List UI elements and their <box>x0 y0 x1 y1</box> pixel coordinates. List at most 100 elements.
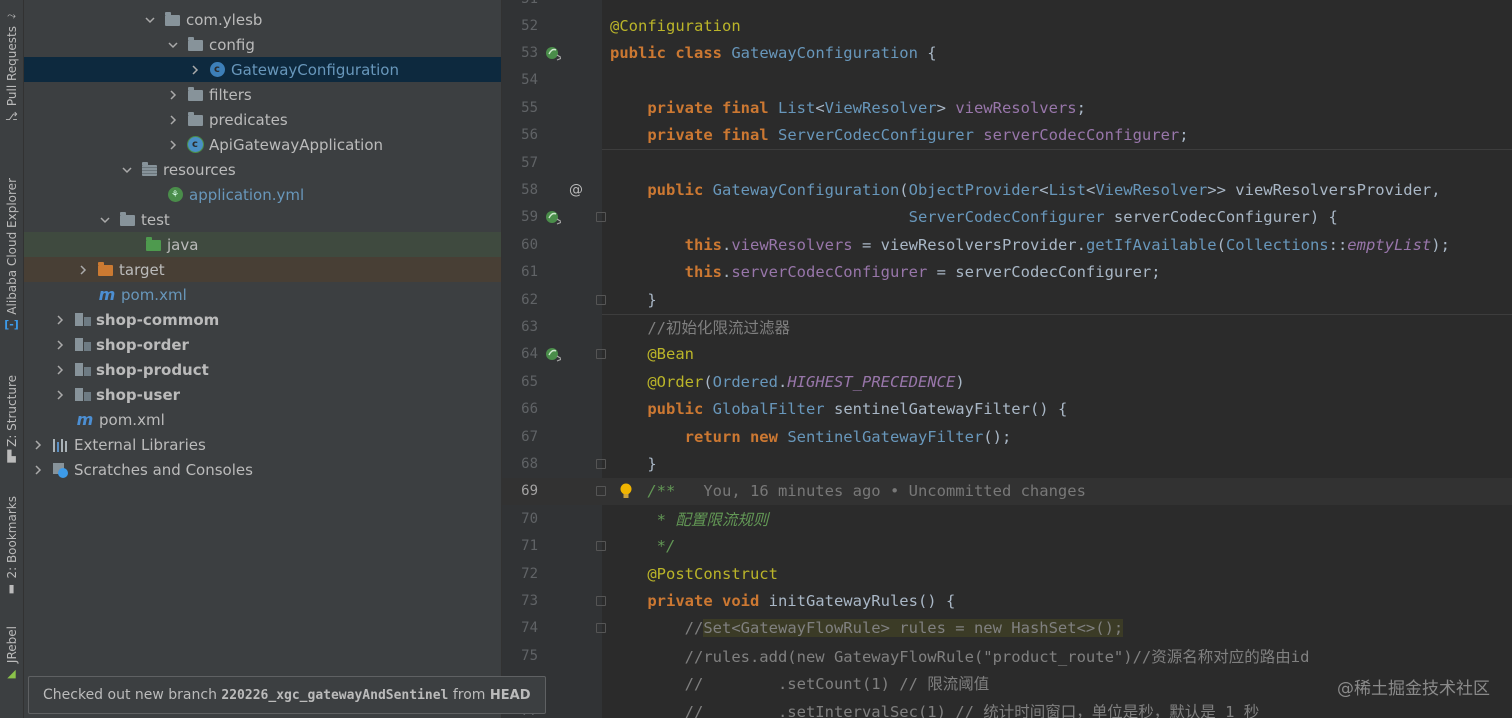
alibaba-cloud-icon: [-] <box>4 318 19 332</box>
tree-item-filters[interactable]: filters <box>24 82 501 107</box>
code-line[interactable]: 52 @Configuration <box>502 12 1512 39</box>
code-line[interactable]: 73 private void initGatewayRules() { <box>502 587 1512 614</box>
code-line[interactable]: 74 //Set<GatewayFlowRule> rules = new Ha… <box>502 615 1512 642</box>
chevron-down-icon[interactable] <box>167 0 181 1</box>
code-line[interactable]: 53 public class GatewayConfiguration { <box>502 39 1512 66</box>
fold-marker-icon[interactable] <box>596 294 606 305</box>
code-line[interactable]: 61 this.serverCodecConfigurer = serverCo… <box>502 259 1512 286</box>
tree-item-label: shop-order <box>96 335 189 354</box>
chevron-down-icon[interactable] <box>166 38 180 52</box>
code-line[interactable]: 60 this.viewResolvers = viewResolversPro… <box>502 231 1512 258</box>
chevron-right-icon[interactable] <box>53 388 67 402</box>
bookmarks-tab[interactable]: 2: Bookmarks ▮ <box>0 496 23 595</box>
code-line[interactable]: 65 @Order(Ordered.HIGHEST_PRECEDENCE) <box>502 368 1512 395</box>
fold-marker-icon[interactable] <box>596 541 606 552</box>
code-editor[interactable]: 51 52 @Configuration 53 public class Gatewa… <box>502 0 1512 718</box>
code-line[interactable]: 66 public GlobalFilter sentinelGatewayFi… <box>502 396 1512 423</box>
code-line[interactable]: 64 @Bean <box>502 341 1512 368</box>
tree-item-pom-xml[interactable]: m pom.xml <box>24 282 501 307</box>
fold-marker-icon[interactable] <box>596 596 606 607</box>
code-line[interactable]: 68 } <box>502 450 1512 477</box>
chevron-right-icon[interactable] <box>76 263 90 277</box>
tree-item-target[interactable]: target <box>24 257 501 282</box>
tree-item-com-ylesb[interactable]: com.ylesb <box>24 7 501 32</box>
tree-item-scratches-and-consoles[interactable]: Scratches and Consoles <box>24 457 501 482</box>
tree-item-java-test[interactable]: java <box>24 232 501 257</box>
code-text: return new SentinelGatewayFilter(); <box>610 427 1012 446</box>
code-line[interactable]: 54 <box>502 67 1512 94</box>
tree-item-gateway-configuration[interactable]: c GatewayConfiguration <box>24 57 501 82</box>
line-number: 52 <box>521 17 538 34</box>
alibaba-cloud-explorer-tab[interactable]: Alibaba Cloud Explorer [-] <box>0 178 23 331</box>
tree-item-label: shop-commom <box>96 310 220 329</box>
chevron-right-icon[interactable] <box>166 138 180 152</box>
code-line[interactable]: 56 private final ServerCodecConfigurer s… <box>502 122 1512 149</box>
structure-tab[interactable]: Z: Structure ▙ <box>0 375 23 463</box>
libraries-icon <box>51 437 69 453</box>
tree-item-external-libraries[interactable]: External Libraries <box>24 432 501 457</box>
code-line[interactable]: 57 <box>502 149 1512 176</box>
line-number: 66 <box>521 401 538 418</box>
package-icon <box>163 12 181 28</box>
code-line[interactable]: 75 //rules.add(new GatewayFlowRule("prod… <box>502 642 1512 669</box>
code-text: @Order(Ordered.HIGHEST_PRECEDENCE) <box>610 372 965 391</box>
tree-item-shop-product[interactable]: shop-product <box>24 357 501 382</box>
jrebel-tab[interactable]: JRebel ◢ <box>0 626 23 680</box>
chevron-right-icon[interactable] <box>166 88 180 102</box>
notification-text: Checked out new branch <box>43 687 222 703</box>
chevron-down-icon[interactable] <box>98 213 112 227</box>
chevron-right-icon[interactable] <box>188 63 202 77</box>
code-line[interactable]: 63 //初始化限流过滤器 <box>502 313 1512 340</box>
tree-item-shop-order[interactable]: shop-order <box>24 332 501 357</box>
chevron-right-icon[interactable] <box>166 113 180 127</box>
fold-marker-icon[interactable] <box>596 459 606 470</box>
chevron-down-icon[interactable] <box>120 163 134 177</box>
chevron-right-icon[interactable] <box>53 313 67 327</box>
code-line[interactable]: 67 return new SentinelGatewayFilter(); <box>502 423 1512 450</box>
spring-boot-class-icon: c <box>186 136 204 153</box>
fold-marker-icon[interactable] <box>596 623 606 634</box>
code-text: public GlobalFilter sentinelGatewayFilte… <box>610 400 1068 419</box>
chevron-right-icon[interactable] <box>31 463 45 477</box>
code-line[interactable]: 70 * 配置限流规则 <box>502 505 1512 532</box>
code-line[interactable]: 62 } <box>502 286 1512 313</box>
tree-item-config[interactable]: config <box>24 32 501 57</box>
jrebel-label: JRebel <box>4 626 19 664</box>
spring-bean-icon[interactable] <box>545 45 561 61</box>
tree-item-test[interactable]: test <box>24 207 501 232</box>
structure-icon: ▙ <box>7 450 16 464</box>
pull-requests-tab[interactable]: ⤳ Pull Requests ⎇ <box>0 9 23 123</box>
spring-bean-icon[interactable] <box>545 209 561 226</box>
tree-row-partial[interactable] <box>24 0 501 6</box>
tree-item-resources[interactable]: resources <box>24 157 501 182</box>
fold-marker-icon[interactable] <box>596 486 606 497</box>
tree-item-label: config <box>209 35 255 54</box>
tree-item-predicates[interactable]: predicates <box>24 107 501 132</box>
folder-icon <box>118 212 136 228</box>
chevron-right-icon[interactable] <box>53 338 67 352</box>
chevron-right-icon[interactable] <box>31 438 45 452</box>
code-line[interactable]: 77 // .setIntervalSec(1) // 统计时间窗口，单位是秒，… <box>502 697 1512 718</box>
autowired-icon[interactable]: @ <box>568 182 584 198</box>
code-line[interactable]: 55 private final List<ViewResolver> view… <box>502 94 1512 121</box>
tree-item-root-pom-xml[interactable]: m pom.xml <box>24 407 501 432</box>
chevron-down-icon[interactable] <box>143 13 157 27</box>
notification-branch: 220226_xgc_gatewayAndSentinel <box>221 687 449 703</box>
chevron-right-icon[interactable] <box>53 363 67 377</box>
code-line[interactable]: 58 @ public GatewayConfiguration(ObjectPr… <box>502 176 1512 203</box>
code-line[interactable]: 59 ServerCodecConfigurer serverCodecConf… <box>502 204 1512 231</box>
tree-item-shop-commom[interactable]: shop-commom <box>24 307 501 332</box>
code-line[interactable]: 69 /** You, 16 minutes ago • Uncommitted… <box>502 477 1512 506</box>
jrebel-icon: ◢ <box>7 666 16 680</box>
tree-item-api-gateway-application[interactable]: c ApiGatewayApplication <box>24 132 501 157</box>
fold-marker-icon[interactable] <box>596 349 606 360</box>
fold-marker-icon[interactable] <box>596 212 606 223</box>
code-line[interactable]: 72 @PostConstruct <box>502 560 1512 587</box>
git-checkout-notification[interactable]: Checked out new branch 220226_xgc_gatewa… <box>28 676 546 714</box>
resources-folder-icon <box>140 162 158 178</box>
code-text: } <box>610 455 657 474</box>
spring-bean-icon[interactable] <box>545 346 561 363</box>
code-line[interactable]: 71 */ <box>502 533 1512 560</box>
tree-item-application-yml[interactable]: ⚘ application.yml <box>24 182 501 207</box>
tree-item-shop-user[interactable]: shop-user <box>24 382 501 407</box>
